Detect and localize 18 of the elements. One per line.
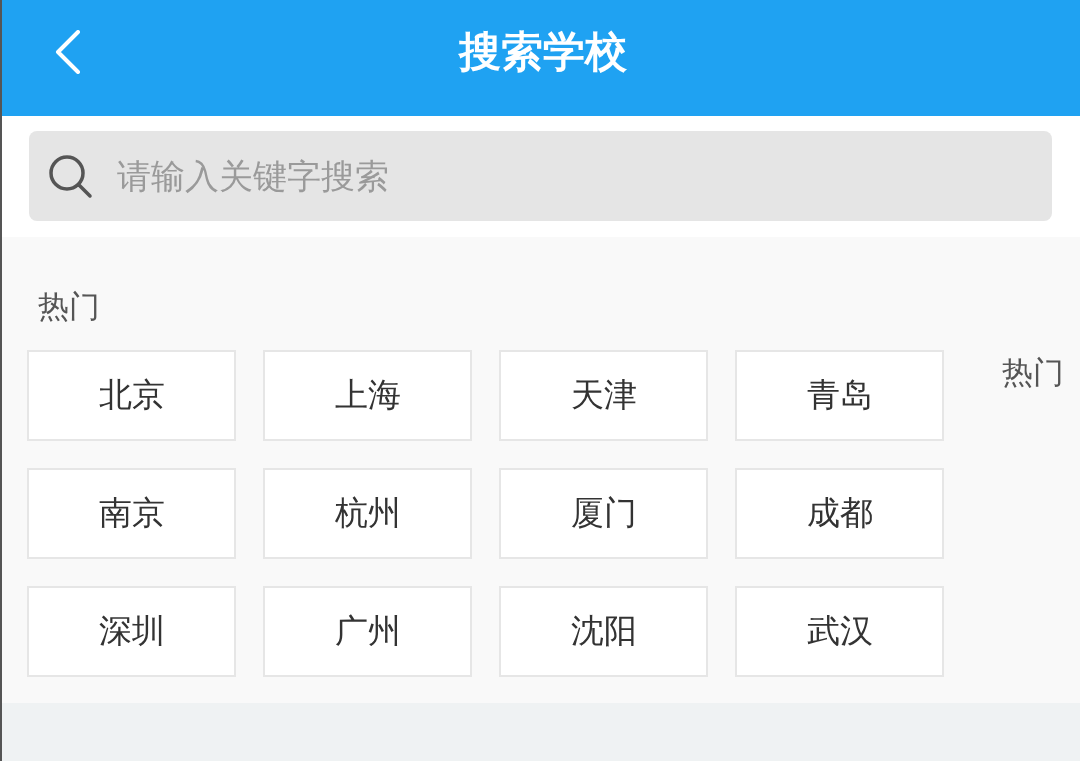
city-button[interactable]: 厦门 <box>499 468 708 559</box>
back-icon <box>55 30 81 74</box>
index-item[interactable]: 热门 <box>1002 352 1064 392</box>
city-button[interactable]: 武汉 <box>735 586 944 677</box>
city-button[interactable]: 上海 <box>263 350 472 441</box>
search-icon <box>48 154 93 199</box>
city-button[interactable]: 成都 <box>735 468 944 559</box>
city-button[interactable]: 杭州 <box>263 468 472 559</box>
city-button[interactable]: 南京 <box>27 468 236 559</box>
search-field[interactable]: 请输入关键字搜索 <box>29 131 1052 221</box>
city-button[interactable]: 广州 <box>263 586 472 677</box>
city-button[interactable]: 天津 <box>499 350 708 441</box>
page-title: 搜索学校 <box>459 26 627 78</box>
city-button[interactable]: 沈阳 <box>499 586 708 677</box>
section-heading: 热门 <box>38 287 100 326</box>
city-button[interactable]: 北京 <box>27 350 236 441</box>
city-button[interactable]: 深圳 <box>27 586 236 677</box>
city-button[interactable]: 青岛 <box>735 350 944 441</box>
